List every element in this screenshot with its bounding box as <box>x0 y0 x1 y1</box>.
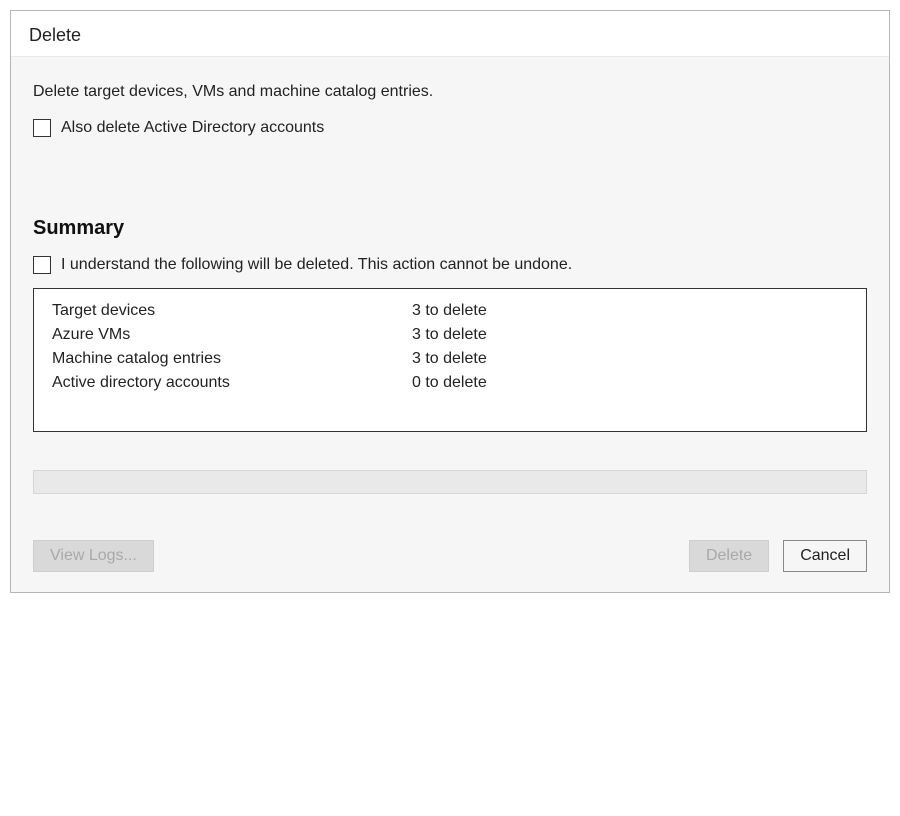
dialog-body: Delete target devices, VMs and machine c… <box>11 56 889 592</box>
dialog-button-row: View Logs... Delete Cancel <box>33 540 867 572</box>
summary-label: Azure VMs <box>52 326 412 344</box>
confirm-delete-checkbox[interactable] <box>33 256 51 274</box>
summary-heading: Summary <box>33 217 867 240</box>
summary-box: Target devices 3 to delete Azure VMs 3 t… <box>33 288 867 432</box>
summary-row: Target devices 3 to delete <box>52 299 848 323</box>
also-delete-ad-checkbox[interactable] <box>33 119 51 137</box>
cancel-button[interactable]: Cancel <box>783 540 867 572</box>
summary-value: 3 to delete <box>412 350 487 368</box>
summary-label: Active directory accounts <box>52 374 412 392</box>
summary-row: Azure VMs 3 to delete <box>52 323 848 347</box>
summary-value: 0 to delete <box>412 374 487 392</box>
summary-value: 3 to delete <box>412 302 487 320</box>
confirm-row[interactable]: I understand the following will be delet… <box>33 256 867 274</box>
summary-label: Machine catalog entries <box>52 350 412 368</box>
delete-dialog: Delete Delete target devices, VMs and ma… <box>10 10 890 593</box>
summary-label: Target devices <box>52 302 412 320</box>
view-logs-button[interactable]: View Logs... <box>33 540 154 572</box>
summary-value: 3 to delete <box>412 326 487 344</box>
also-delete-ad-label: Also delete Active Directory accounts <box>61 119 324 137</box>
summary-row: Active directory accounts 0 to delete <box>52 371 848 395</box>
dialog-description: Delete target devices, VMs and machine c… <box>33 83 867 101</box>
also-delete-ad-row[interactable]: Also delete Active Directory accounts <box>33 119 867 137</box>
dialog-title: Delete <box>11 11 889 56</box>
delete-button[interactable]: Delete <box>689 540 769 572</box>
progress-bar <box>33 470 867 494</box>
summary-row: Machine catalog entries 3 to delete <box>52 347 848 371</box>
confirm-delete-label: I understand the following will be delet… <box>61 256 572 274</box>
